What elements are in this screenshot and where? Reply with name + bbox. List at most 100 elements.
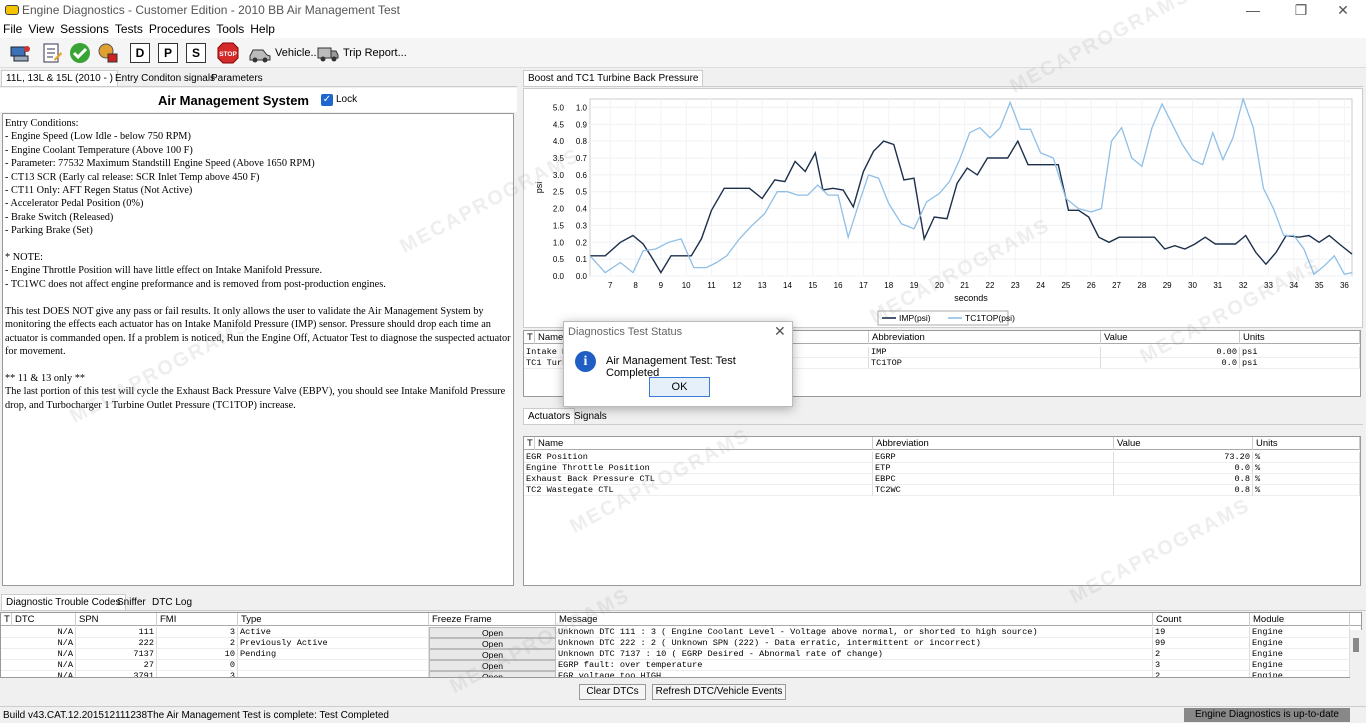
y-left-tick-label: 1.0 [553,238,565,247]
close-button[interactable]: ✕ [1320,0,1366,21]
dtc-fmi: 3 [157,627,238,638]
menu-view[interactable]: View [25,21,57,37]
filter-icon[interactable]: T [524,331,535,344]
p-button[interactable]: P [158,43,178,63]
checkmark-icon[interactable] [68,41,92,65]
stop-button[interactable]: STOP [216,41,240,65]
col-count[interactable]: Count [1153,613,1250,626]
table-row[interactable]: N/A 111 3 Active Open Unknown DTC 111 : 3 ( E… [1,627,1350,638]
menu-tools[interactable]: Tools [213,21,247,37]
freeze-frame-button[interactable]: Open [429,638,556,649]
menu-help[interactable]: Help [247,21,278,37]
tab-signals[interactable]: Signals [569,408,612,424]
refresh-dtc-button[interactable]: Refresh DTC/Vehicle Events [652,684,786,700]
dtc-fmi: 0 [157,660,238,671]
left-tabstrip: 11L, 13L & 15L (2010 - ) Entry Conditon … [0,70,517,87]
vehicle-button[interactable]: Vehicle... [248,41,320,65]
dtc-scrollbar[interactable] [1350,630,1362,678]
x-tick-label: 13 [758,281,767,290]
minimize-button[interactable]: — [1230,0,1276,21]
x-tick-label: 18 [884,281,893,290]
col-value[interactable]: Value [1114,437,1253,450]
col-units[interactable]: Units [1253,437,1360,450]
tab-entry-condition-signals[interactable]: Entry Conditon signals [110,70,220,86]
tools-icon[interactable] [96,41,120,65]
col-message[interactable]: Message [556,613,1153,626]
signal-units: psi [1240,358,1360,369]
col-abbreviation[interactable]: Abbreviation [869,331,1101,344]
tab-parameters[interactable]: Parameters [206,70,268,86]
tab-boost-chart[interactable]: Boost and TC1 Turbine Back Pressure [523,70,704,86]
clear-dtcs-button[interactable]: Clear DTCs [579,684,646,700]
dtc-type: Pending [238,649,429,660]
freeze-frame-button[interactable]: Open [429,671,556,677]
actuators-tabstrip: Actuators Signals [523,408,1363,425]
x-tick-label: 21 [960,281,969,290]
freeze-frame-button[interactable]: Open [429,660,556,671]
x-tick-label: 25 [1061,281,1070,290]
y-right-tick-label: 0.8 [576,137,588,146]
filter-icon[interactable]: T [524,437,535,450]
y-right-tick-label: 0.7 [576,154,588,163]
table-row[interactable]: N/A 7137 10 Pending Open Unknown DTC 7137 : 1… [1,649,1350,660]
col-spn[interactable]: SPN [76,613,157,626]
col-module[interactable]: Module [1250,613,1350,626]
y-axis-label: psi [534,182,544,194]
actuators-table: T Name Abbreviation Value Units EGR Posi… [523,436,1361,586]
table-row[interactable]: N/A 3791 3 Open EGR voltage too HIGH 2 Engine [1,671,1350,677]
connect-icon[interactable] [8,41,32,65]
col-name[interactable]: Name [535,437,873,450]
dtc-message: Unknown DTC 7137 : 10 ( EGRP Desired - A… [556,649,1153,660]
tab-engine-family[interactable]: 11L, 13L & 15L (2010 - ) [1,70,118,86]
menu-procedures[interactable]: Procedures [146,21,213,37]
tab-dtc-log[interactable]: DTC Log [147,594,197,610]
table-row[interactable]: N/A 27 0 Open EGRP fault: over temperature 3 E… [1,660,1350,671]
maximize-button[interactable]: ❐ [1278,0,1324,21]
col-type[interactable]: Type [238,613,429,626]
freeze-frame-button[interactable]: Open [429,649,556,660]
freeze-frame-button[interactable]: Open [429,627,556,638]
dtc-count: 3 [1153,660,1250,671]
col-value[interactable]: Value [1101,331,1240,344]
x-tick-label: 31 [1213,281,1222,290]
lock-checkbox[interactable]: ✓ [321,94,333,106]
dtc-count: 19 [1153,627,1250,638]
table-row[interactable]: EGR Position EGRP 73.20 % [524,452,1360,463]
x-tick-label: 11 [707,281,716,290]
table-row[interactable]: TC2 Wastegate CTL TC2WC 0.8 % [524,485,1360,496]
ok-button[interactable]: OK [649,377,710,397]
menu-tests[interactable]: Tests [112,21,146,37]
d-button[interactable]: D [130,43,150,63]
report-icon[interactable] [40,41,64,65]
col-freeze-frame[interactable]: Freeze Frame [429,613,556,626]
col-abbreviation[interactable]: Abbreviation [873,437,1114,450]
dialog-close-icon[interactable]: ✕ [774,323,786,340]
menu-sessions[interactable]: Sessions [57,21,112,37]
y-left-tick-label: 0.5 [553,255,565,264]
scrollbar-thumb[interactable] [1353,638,1359,652]
table-row[interactable]: Exhaust Back Pressure CTL EBPC 0.8 % [524,474,1360,485]
y-right-tick-label: 0.5 [576,188,588,197]
x-tick-label: 28 [1137,281,1146,290]
table-row[interactable]: Engine Throttle Position ETP 0.0 % [524,463,1360,474]
boost-chart: 0.0 0.0 0.5 0.1 1.0 0.2 1.5 0.3 2.0 0.4 2.5 0.5 3.0 0… [534,96,1353,326]
s-button[interactable]: S [186,43,206,63]
table-row[interactable]: N/A 222 2 Previously Active Open Unknown DTC … [1,638,1350,649]
col-units[interactable]: Units [1240,331,1360,344]
actuator-abbr: ETP [873,463,1114,474]
filter-icon[interactable]: T [1,613,12,626]
actuator-units: % [1253,474,1360,485]
vehicle-icon [249,49,271,63]
y-right-tick-label: 0.9 [576,120,588,129]
menu-file[interactable]: File [0,21,25,37]
x-tick-label: 36 [1340,281,1349,290]
tab-actuators[interactable]: Actuators [523,408,576,424]
tab-diagnostic-trouble-codes[interactable]: Diagnostic Trouble Codes [1,594,126,610]
trip-report-button[interactable]: Trip Report... [316,41,407,65]
dtc-count: 2 [1153,649,1250,660]
col-fmi[interactable]: FMI [157,613,238,626]
dtc-type [238,660,429,671]
col-dtc[interactable]: DTC [12,613,76,626]
chart-tabstrip: Boost and TC1 Turbine Back Pressure [523,70,1363,87]
tab-sniffer[interactable]: Sniffer [112,594,151,610]
